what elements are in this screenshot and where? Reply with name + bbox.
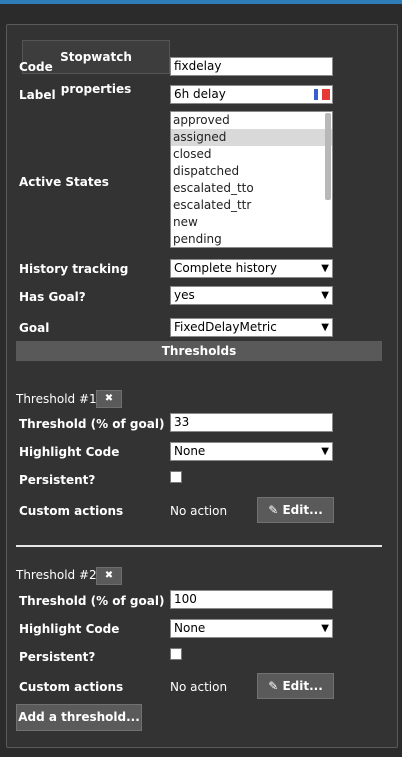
chevron-down-icon: ▼ [321, 322, 329, 333]
label-label: Label [19, 88, 56, 102]
code-input[interactable]: fixdelay [170, 57, 333, 76]
chevron-down-icon: ▼ [321, 446, 329, 457]
threshold-2-edit-button[interactable]: ✎ Edit... [257, 673, 334, 699]
threshold-2-persistent-label: Persistent? [19, 650, 96, 664]
threshold-2-actions-label: Custom actions [19, 680, 124, 694]
list-item-selected[interactable]: assigned [171, 129, 332, 146]
close-icon: ✖ [104, 570, 114, 581]
history-tracking-select[interactable]: Complete history ▼ [170, 259, 333, 278]
threshold-2-highlight-value: None [174, 621, 206, 635]
flag-icon[interactable] [314, 89, 330, 100]
edit-label: Edit... [282, 503, 323, 517]
chevron-down-icon: ▼ [321, 290, 329, 301]
threshold-2-percent-label: Threshold (% of goal) [19, 594, 165, 608]
threshold-2-title: Threshold #2 [16, 568, 97, 582]
threshold-1-persistent-label: Persistent? [19, 473, 96, 487]
active-states-label: Active States [19, 175, 109, 189]
threshold-1-percent-input[interactable]: 33 [170, 413, 333, 432]
active-states-listbox[interactable]: approved assigned closed dispatched esca… [170, 111, 333, 248]
chevron-down-icon: ▼ [321, 623, 329, 634]
chevron-down-icon: ▼ [321, 263, 329, 274]
threshold-1-actions-value: No action [170, 504, 228, 518]
threshold-divider [16, 545, 382, 547]
threshold-1-highlight-select[interactable]: None ▼ [170, 442, 333, 461]
list-item[interactable]: escalated_ttr [171, 197, 332, 214]
threshold-2-persistent-checkbox[interactable] [170, 648, 182, 660]
label-input[interactable]: 6h delay [170, 85, 333, 104]
pencil-icon: ✎ [268, 679, 279, 693]
code-label: Code [19, 60, 53, 74]
threshold-2-percent-input[interactable]: 100 [170, 590, 333, 609]
list-item[interactable]: pending [171, 231, 332, 247]
threshold-1-highlight-label: Highlight Code [19, 445, 120, 459]
threshold-1-percent-label: Threshold (% of goal) [19, 417, 165, 431]
list-item[interactable]: approved [171, 112, 332, 129]
history-tracking-value: Complete history [174, 261, 277, 275]
list-item[interactable]: escalated_tto [171, 180, 332, 197]
edit-label: Edit... [282, 679, 323, 693]
threshold-1-title: Threshold #1 [16, 392, 97, 406]
label-input-value: 6h delay [174, 87, 226, 101]
has-goal-select[interactable]: yes ▼ [170, 286, 333, 305]
threshold-1-persistent-checkbox[interactable] [170, 471, 182, 483]
add-threshold-button[interactable]: Add a threshold... [16, 704, 142, 731]
threshold-2-highlight-select[interactable]: None ▼ [170, 619, 333, 638]
has-goal-label: Has Goal? [19, 290, 86, 304]
threshold-1-actions-label: Custom actions [19, 504, 124, 518]
list-item[interactable]: dispatched [171, 163, 332, 180]
history-tracking-label: History tracking [19, 262, 129, 276]
threshold-2-highlight-label: Highlight Code [19, 622, 120, 636]
threshold-2-actions-value: No action [170, 680, 228, 694]
top-accent-bar [0, 0, 402, 4]
remove-threshold-2-button[interactable]: ✖ [96, 567, 122, 585]
listbox-scrollbar[interactable] [325, 113, 331, 200]
list-item[interactable]: closed [171, 146, 332, 163]
goal-value: FixedDelayMetric [174, 320, 277, 334]
close-icon: ✖ [104, 393, 114, 404]
goal-label: Goal [19, 321, 50, 335]
list-item[interactable]: new [171, 214, 332, 231]
threshold-1-highlight-value: None [174, 444, 206, 458]
thresholds-header: Thresholds [16, 341, 382, 361]
threshold-1-edit-button[interactable]: ✎ Edit... [257, 497, 334, 523]
remove-threshold-1-button[interactable]: ✖ [96, 390, 122, 408]
has-goal-value: yes [174, 288, 195, 302]
pencil-icon: ✎ [268, 503, 279, 517]
goal-select[interactable]: FixedDelayMetric ▼ [170, 318, 333, 337]
